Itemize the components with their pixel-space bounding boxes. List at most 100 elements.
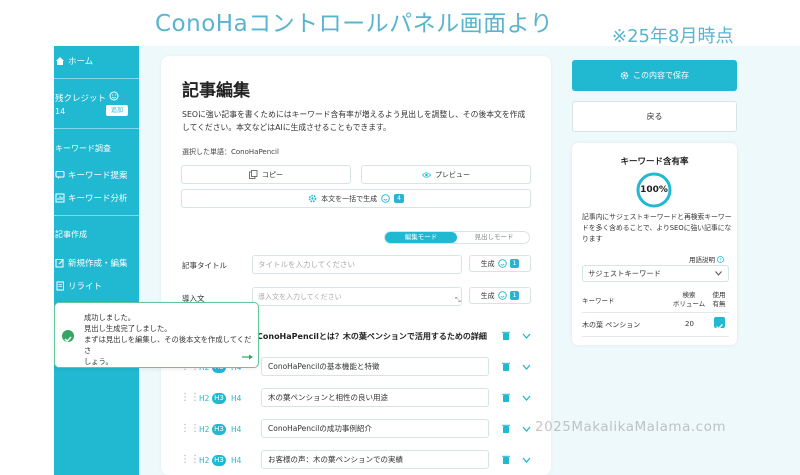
- heading-text-input[interactable]: ConoHaPencilの基本機能と特徴: [261, 357, 489, 376]
- gear-icon: [620, 71, 629, 80]
- success-toast: 成功しました。 見出し生成完了しました。 まずは見出しを編集し、その後本文を作成…: [54, 302, 259, 368]
- h4-level-button[interactable]: H4: [231, 394, 241, 403]
- copy-icon: [249, 170, 258, 179]
- trash-icon[interactable]: [502, 424, 510, 433]
- volume-cell: 20: [685, 320, 694, 328]
- mode-toggle: 編集モード 見出しモード: [384, 231, 530, 244]
- copy-button-label: コピー: [262, 170, 283, 179]
- sidebar: ホーム 残クレジット 14 追加 キーワード調査 キーワード提案 キーワード分析…: [54, 46, 139, 475]
- h3-level-button[interactable]: H3: [212, 393, 226, 404]
- trash-icon[interactable]: [502, 362, 510, 371]
- back-button[interactable]: 戻る: [572, 101, 737, 132]
- used-checkbox[interactable]: [714, 317, 725, 330]
- heading-text-input[interactable]: ConoHaPencilの成功事例紹介: [261, 419, 489, 438]
- chevron-down-icon[interactable]: [522, 426, 531, 432]
- select-value: サジェストキーワード: [588, 268, 661, 278]
- smile-icon: [497, 291, 507, 300]
- h3-level-button[interactable]: H3: [212, 424, 226, 435]
- toast-message: 成功しました。 見出し生成完了しました。 まずは見出しを編集し、その後本文を作成…: [84, 312, 258, 367]
- h4-level-button[interactable]: H4: [231, 425, 241, 434]
- trash-icon[interactable]: [502, 393, 510, 402]
- drag-handle-icon[interactable]: ⋮⋮: [180, 393, 200, 403]
- selected-word: 選択した単語：ConoHaPencil: [182, 148, 279, 156]
- col-volume-line: ボリューム: [672, 300, 706, 308]
- smile-icon: [109, 91, 119, 104]
- screen: ConoHaコントロールパネル画面より ※25年8月時点 ホーム 残クレジット …: [0, 0, 800, 475]
- smile-icon: [381, 194, 390, 203]
- h3-level-button[interactable]: H3: [212, 455, 226, 466]
- drag-handle-icon[interactable]: ⋮⋮: [180, 455, 200, 465]
- chat-icon: [54, 170, 65, 181]
- check-icon: [716, 324, 723, 330]
- sidebar-item-home[interactable]: ホーム: [54, 55, 93, 67]
- check-circle-icon: [62, 330, 74, 343]
- bulk-generate-button[interactable]: 本文を一括で生成 4: [181, 189, 531, 208]
- keyword-type-select[interactable]: サジェストキーワード: [582, 265, 729, 282]
- copy-button[interactable]: コピー: [181, 165, 351, 184]
- preview-button[interactable]: プレビュー: [361, 165, 531, 184]
- heading-text-input[interactable]: 木の葉ペンションと相性の良い用途: [261, 388, 489, 407]
- mode-heading-tab[interactable]: 見出しモード: [459, 232, 529, 243]
- chevron-down-icon[interactable]: [522, 395, 531, 401]
- sidebar-item-rewrite[interactable]: リライト: [54, 280, 102, 292]
- col-volume: 検索 ボリューム: [672, 291, 706, 309]
- heading-text: 木の葉ペンションと相性の良い用途: [268, 393, 388, 402]
- keyword-rate-card: キーワード含有率 100% 記事内にサジェストキーワードと再検索キーワードを多く…: [572, 143, 737, 345]
- divider: [54, 215, 139, 216]
- pin-icon[interactable]: [242, 354, 254, 360]
- h4-level-button[interactable]: H4: [231, 456, 241, 465]
- article-title-placeholder: タイトルを入力してください: [258, 260, 356, 269]
- bulk-generate-count: 4: [394, 194, 404, 203]
- credit-label-text: 残クレジット: [55, 93, 107, 104]
- bulk-generate-label: 本文を一括で生成: [321, 194, 378, 203]
- trash-icon[interactable]: [502, 331, 510, 340]
- h2-level-button[interactable]: H2: [199, 425, 209, 434]
- generate-intro-button[interactable]: 生成 1: [469, 287, 531, 304]
- heading-text: お客様の声：木の葉ペンションでの実績: [268, 455, 403, 464]
- generate-title-button[interactable]: 生成 1: [469, 255, 531, 272]
- generate-count: 1: [509, 259, 520, 268]
- generate-label: 生成: [480, 259, 495, 268]
- add-credit-button[interactable]: 追加: [106, 105, 128, 116]
- sidebar-item-new-article[interactable]: 新規作成・編集: [54, 257, 128, 269]
- toast-line: まずは見出しを編集し、その後本文を作成してくださ: [84, 335, 252, 355]
- sidebar-item-keyword-suggest[interactable]: キーワード提案: [54, 169, 128, 181]
- edit-icon: [54, 258, 65, 269]
- divider: [54, 128, 139, 129]
- intro-input[interactable]: 導入文を入力してください: [252, 287, 462, 306]
- save-button[interactable]: この内容で保存: [572, 60, 737, 91]
- analysis-icon: [54, 193, 65, 204]
- h2-level-button[interactable]: H2: [199, 456, 209, 465]
- col-volume-line: 検索: [682, 291, 696, 299]
- drag-handle-icon[interactable]: ⋮⋮: [180, 424, 200, 434]
- gear-icon: [308, 194, 317, 203]
- credit-label: 残クレジット: [55, 91, 119, 104]
- h2-heading-title[interactable]: ConoHaPencilとは？木の葉ペンションで活用するための詳細: [257, 331, 487, 342]
- term-link-label: 用語説明: [689, 256, 715, 264]
- h2-level-button[interactable]: H2: [199, 394, 209, 403]
- chevron-down-icon[interactable]: [522, 457, 531, 463]
- article-title-label: 記事タイトル: [182, 261, 227, 270]
- chevron-down-icon[interactable]: [522, 364, 531, 370]
- mode-edit-tab[interactable]: 編集モード: [385, 232, 457, 243]
- keyword-cell: 木の葉 ペンション: [582, 321, 641, 329]
- resize-handle-icon[interactable]: ⤡: [455, 296, 461, 305]
- sidebar-item-label: キーワード分析: [68, 194, 128, 204]
- term-explanation-link[interactable]: 用語説明 ?: [689, 254, 724, 264]
- caption-text: ConoHaコントロールパネル画面より: [155, 11, 554, 37]
- document-icon: [54, 281, 65, 292]
- home-icon: [54, 56, 65, 67]
- trash-icon[interactable]: [502, 455, 510, 464]
- heading-text: ConoHaPencilの基本機能と特徴: [268, 362, 380, 371]
- keyword-rate-description: 記事内にサジェストキーワードと再検索キーワードを多く含めることで、よりSEOに強…: [582, 213, 732, 243]
- col-use-line: 使用: [712, 291, 726, 299]
- credit-value: 14: [55, 107, 66, 116]
- heading-text-input[interactable]: お客様の声：木の葉ペンションでの実績: [261, 450, 489, 469]
- sidebar-item-keyword-analysis[interactable]: キーワード分析: [54, 192, 128, 204]
- sidebar-item-label: 新規作成・編集: [68, 259, 128, 269]
- chevron-down-icon[interactable]: [522, 333, 531, 339]
- watermark: 2025MakalikaMalama.com: [535, 419, 726, 435]
- sidebar-item-label: リライト: [68, 282, 103, 292]
- article-title-input[interactable]: タイトルを入力してください: [252, 255, 462, 274]
- page-description: SEOに強い記事を書くためにはキーワード含有率が増えるよう見出しを調整し、その後…: [182, 110, 526, 132]
